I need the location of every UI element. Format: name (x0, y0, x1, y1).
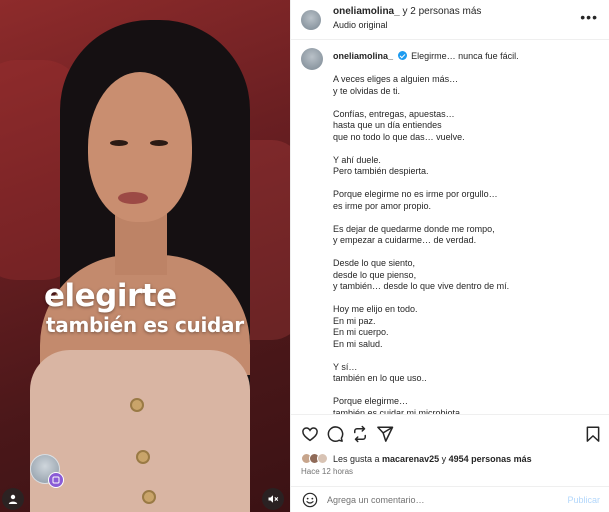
author-avatar[interactable] (301, 10, 321, 30)
caption-line: En mi paz. (333, 315, 376, 326)
dress-button (142, 490, 156, 504)
post-timestamp[interactable]: Hace 12 horas (301, 467, 353, 476)
send-icon[interactable] (376, 425, 394, 443)
likes-summary: Les gusta a macarenav25 y 4954 personas … (301, 453, 532, 464)
caption-stanza: A veces eliges a alguien más… y te olvida… (333, 74, 603, 97)
caption-line: también en lo que uso.. (333, 373, 427, 383)
caption-username[interactable]: oneliamolina_ (333, 51, 393, 61)
caption-line: Porque elegirme… (333, 396, 409, 406)
caption-line: que no todo lo que das… vuelve. (333, 131, 465, 142)
caption-line: y empezar a cuidarme… de verdad. (333, 235, 477, 245)
verified-badge-icon (397, 51, 407, 60)
person-icon (8, 494, 18, 504)
repost-icon[interactable] (351, 425, 369, 443)
person-lips (118, 192, 148, 204)
coauthors-label[interactable]: y 2 personas más (402, 6, 481, 17)
heart-icon[interactable] (301, 425, 319, 443)
audio-link[interactable]: Audio original (333, 20, 388, 30)
post-header: oneliamolina_ y 2 personas más Audio ori… (291, 0, 609, 40)
dress-button (130, 398, 144, 412)
tagged-people-button[interactable] (2, 488, 24, 510)
caption-line: Confías, entregas, apuestas… (333, 108, 455, 119)
caption-scroll-area[interactable]: oneliamolina_ Elegirme… nunca fue fácil.… (291, 40, 609, 414)
post-media[interactable]: elegirte también es cuidar (0, 0, 290, 512)
caption-stanza: Y ahí duele. Pero también despierta. (333, 155, 603, 178)
caption-header: oneliamolina_ Elegirme… nunca fue fácil. (333, 51, 519, 61)
caption-text: A veces eliges a alguien más… y te olvida… (333, 74, 603, 414)
caption-line: Y sí… (333, 361, 358, 372)
video-overlay-subtitle: también es cuidar (46, 313, 244, 337)
bookmark-icon[interactable] (584, 425, 602, 443)
caption-line: A veces eliges a alguien más… (333, 74, 459, 84)
comment-icon[interactable] (326, 425, 344, 443)
publish-button[interactable]: Publicar (567, 495, 600, 505)
caption-stanza: Y sí… también en lo que uso.. (333, 362, 603, 385)
liker-avatar[interactable] (317, 453, 328, 464)
caption-author-avatar[interactable] (301, 48, 323, 70)
comment-input[interactable] (327, 492, 547, 508)
comment-bar: Publicar (291, 486, 609, 512)
caption-line: Hoy me elijo en todo. (333, 304, 418, 314)
caption-line: Porque elegirme no es irme por orgullo… (333, 189, 498, 199)
likes-count[interactable]: 4954 personas más (449, 454, 532, 464)
likes-prefix: Les gusta a (333, 453, 383, 464)
video-overlay-title: elegirte (44, 278, 177, 314)
liker-username[interactable]: macarenav25 (382, 454, 439, 464)
caption-stanza: Desde lo que siento, desde lo que pienso,… (333, 258, 603, 293)
caption-line: es irme por amor propio. (333, 200, 432, 211)
more-options-icon[interactable]: ••• (580, 10, 598, 24)
caption-line: En mi salud. (333, 338, 383, 349)
person-eye (150, 140, 168, 146)
caption-stanza: Porque elegirme no es irme por orgullo… e… (333, 189, 603, 212)
post-authors[interactable]: oneliamolina_ y 2 personas más (333, 6, 481, 17)
dress-button (136, 450, 150, 464)
caption-headline: Elegirme… nunca fue fácil. (411, 51, 519, 61)
caption-stanza: Hoy me elijo en todo. En mi paz. En mi cue… (333, 304, 603, 350)
caption-line: Y ahí duele. (333, 154, 381, 165)
caption-stanza: Porque elegirme… también es cuidar mi mic… (333, 396, 603, 414)
person-eye (110, 140, 128, 146)
caption-line: En mi cuerpo. (333, 327, 389, 337)
caption-stanza: Es dejar de quedarme donde me rompo, y em… (333, 224, 603, 247)
mute-button[interactable] (262, 488, 284, 510)
caption-line: hasta que un día entiendes (333, 120, 442, 130)
likes-middle: y (439, 453, 449, 464)
caption-line: y te olvidas de ti. (333, 85, 401, 96)
emoji-icon[interactable] (302, 492, 318, 508)
likes-text: Les gusta a macarenav25 y 4954 personas … (333, 454, 532, 464)
caption-line: y también… desde lo que vive dentro de m… (333, 281, 510, 291)
caption-line: Desde lo que siento, (333, 258, 416, 268)
audio-badge-icon (48, 472, 64, 488)
person-dress (30, 350, 250, 512)
post-details-panel: oneliamolina_ y 2 personas más Audio ori… (290, 0, 609, 512)
caption-line: Pero también despierta. (333, 166, 429, 176)
post-actions: Les gusta a macarenav25 y 4954 personas … (291, 414, 609, 486)
speaker-muted-icon (268, 495, 279, 503)
caption-line: Es dejar de quedarme donde me rompo, (333, 223, 495, 234)
caption-stanza: Confías, entregas, apuestas… hasta que un… (333, 109, 603, 144)
caption-line: desde lo que pienso, (333, 269, 417, 280)
author-username[interactable]: oneliamolina_ (333, 6, 400, 17)
